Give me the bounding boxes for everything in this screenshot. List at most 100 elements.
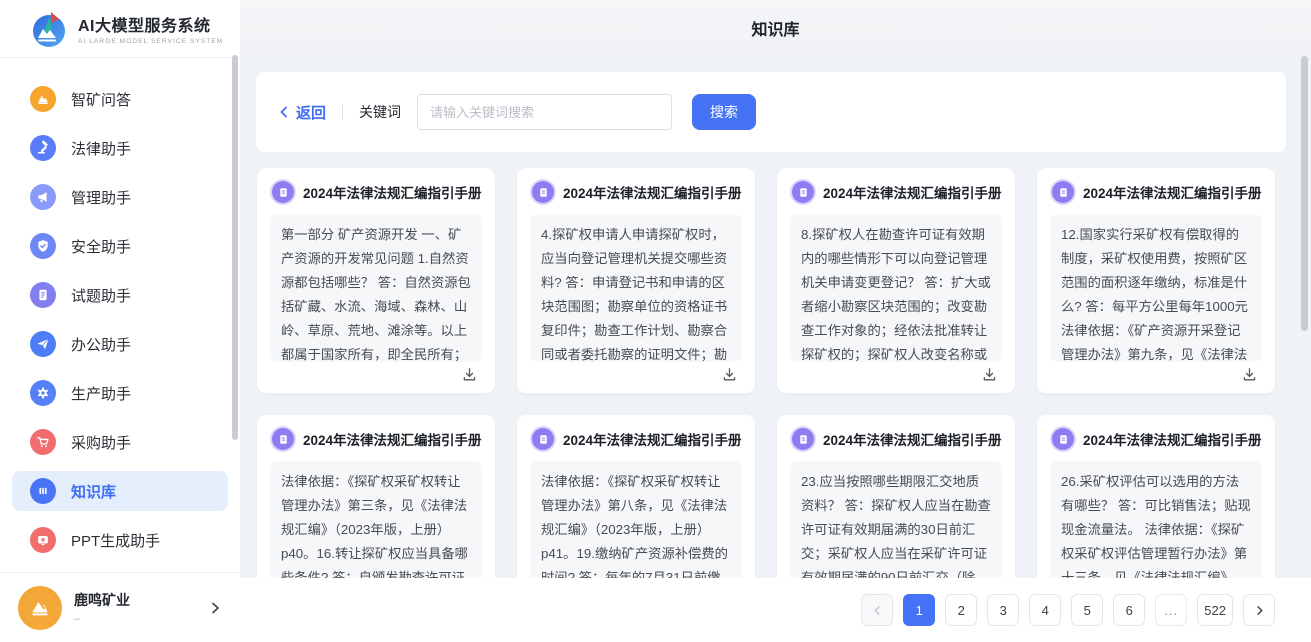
card-header: 2024年法律法规汇编指引手册.... — [530, 428, 742, 450]
chevron-left-icon — [278, 106, 290, 118]
library-icon — [30, 478, 56, 504]
sidebar-nav: 智矿问答 法律助手 管理助手 安全助手 — [0, 58, 240, 572]
content-area: 返回 关键词 搜索 2024年法律法规汇编指引手册.... 第一部分 矿产资源开… — [240, 56, 1311, 578]
document-icon — [272, 428, 294, 450]
card-body-text: 4.探矿权申请人申请探矿权时，应当向登记管理机关提交哪些资料? 答：申请登记书和… — [530, 214, 742, 362]
pagination-page-button[interactable]: 4 — [1029, 594, 1061, 626]
cart-icon — [30, 429, 56, 455]
card-header: 2024年法律法规汇编指引手册.... — [270, 181, 482, 203]
card-header: 2024年法律法规汇编指引手册.... — [530, 181, 742, 203]
mountain-icon — [30, 86, 56, 112]
search-panel: 返回 关键词 搜索 — [256, 72, 1286, 152]
download-icon[interactable] — [461, 366, 478, 383]
chevron-right-icon — [1254, 605, 1265, 616]
card-footer — [270, 362, 482, 383]
knowledge-card[interactable]: 2024年法律法规汇编指引手册.... 12.国家实行采矿权有偿取得的制度，采矿… — [1036, 167, 1276, 394]
card-body-text: 23.应当按照哪些期限汇交地质资料？ 答：探矿权人应当在勘查许可证有效期届满的3… — [790, 461, 1002, 578]
download-icon[interactable] — [981, 366, 998, 383]
megaphone-icon — [30, 184, 56, 210]
pagination-ellipsis[interactable]: ... — [1155, 594, 1187, 626]
knowledge-card[interactable]: 2024年法律法规汇编指引手册.... 26.采矿权评估可以选用的方法有哪些？ … — [1036, 414, 1276, 578]
sidebar-item-zhikuang-qa[interactable]: 智矿问答 — [12, 79, 228, 119]
sidebar-item-knowledge-base[interactable]: 知识库 — [12, 471, 228, 511]
sidebar-item-ppt-assistant[interactable]: PPT生成助手 — [12, 520, 228, 560]
keyword-label: 关键词 — [359, 102, 401, 122]
pagination-page-button[interactable]: 522 — [1197, 594, 1233, 626]
pagination-bar: 1 2 3 4 5 6 ... 522 — [240, 578, 1311, 642]
gavel-icon — [30, 135, 56, 161]
sidebar-item-office-assistant[interactable]: 办公助手 — [12, 324, 228, 364]
card-body-text: 法律依据：《探矿权采矿权转让管理办法》第八条，见《法律法规汇编》（2023年版，… — [530, 461, 742, 578]
sidebar-item-procurement-assistant[interactable]: 采购助手 — [12, 422, 228, 462]
knowledge-card[interactable]: 2024年法律法规汇编指引手册.... 8.探矿权人在勘查许可证有效期内的哪些情… — [776, 167, 1016, 394]
sidebar-item-label: 知识库 — [71, 481, 116, 502]
card-footer — [1050, 362, 1262, 383]
paper-plane-icon — [30, 331, 56, 357]
user-subtitle: – — [74, 613, 208, 625]
knowledge-card[interactable]: 2024年法律法规汇编指引手册.... 第一部分 矿产资源开发 一、矿产资源的开… — [256, 167, 496, 394]
card-title: 2024年法律法规汇编指引手册.... — [823, 182, 1002, 202]
pagination-page-button[interactable]: 3 — [987, 594, 1019, 626]
card-header: 2024年法律法规汇编指引手册.... — [1050, 181, 1262, 203]
gear-icon — [30, 380, 56, 406]
app-logo-icon — [30, 10, 68, 48]
pagination-page-button[interactable]: 6 — [1113, 594, 1145, 626]
card-header: 2024年法律法规汇编指引手册.... — [1050, 428, 1262, 450]
back-label: 返回 — [296, 102, 326, 123]
card-title: 2024年法律法规汇编指引手册.... — [303, 182, 482, 202]
sidebar-item-label: 生产助手 — [71, 383, 131, 404]
download-icon[interactable] — [721, 366, 738, 383]
sidebar-item-label: PPT生成助手 — [71, 530, 160, 551]
sidebar-item-label: 管理助手 — [71, 187, 131, 208]
card-title: 2024年法律法规汇编指引手册.... — [823, 429, 1002, 449]
main-area: 知识库 返回 关键词 搜索 2024年法律法规汇编指引手册.... — [240, 0, 1311, 642]
knowledge-card[interactable]: 2024年法律法规汇编指引手册.... 4.探矿权申请人申请探矿权时，应当向登记… — [516, 167, 756, 394]
pagination-prev-button[interactable] — [861, 594, 893, 626]
pagination-page-button[interactable]: 5 — [1071, 594, 1103, 626]
logo-text: AI大模型服务系统 AI LARGE MODEL SERVICE SYSTEM — [78, 12, 223, 45]
user-name: 鹿鸣矿业 — [74, 590, 208, 610]
sidebar-item-label: 试题助手 — [71, 285, 131, 306]
card-body-text: 26.采矿权评估可以选用的方法有哪些？ 答：可比销售法；贴现现金流量法。 法律依… — [1050, 461, 1262, 578]
divider — [342, 104, 343, 120]
user-meta: 鹿鸣矿业 – — [74, 590, 208, 625]
card-footer — [530, 362, 742, 383]
document-icon — [272, 181, 294, 203]
user-profile[interactable]: 鹿鸣矿业 – — [0, 572, 240, 642]
search-input[interactable] — [417, 94, 672, 130]
card-title: 2024年法律法规汇编指引手册.... — [563, 182, 742, 202]
document-icon — [1052, 428, 1074, 450]
chevron-left-icon — [872, 605, 883, 616]
sidebar-item-label: 安全助手 — [71, 236, 131, 257]
shield-icon — [30, 233, 56, 259]
chevron-right-icon[interactable] — [208, 601, 222, 615]
sidebar-item-label: 法律助手 — [71, 138, 131, 159]
search-button[interactable]: 搜索 — [692, 94, 756, 130]
sidebar-item-safety-assistant[interactable]: 安全助手 — [12, 226, 228, 266]
knowledge-card[interactable]: 2024年法律法规汇编指引手册.... 法律依据：《探矿权采矿权转让管理办法》第… — [256, 414, 496, 578]
card-title: 2024年法律法规汇编指引手册.... — [1083, 182, 1262, 202]
download-icon[interactable] — [1241, 366, 1258, 383]
page-header: 知识库 — [240, 0, 1311, 56]
knowledge-card[interactable]: 2024年法律法规汇编指引手册.... 23.应当按照哪些期限汇交地质资料？ 答… — [776, 414, 1016, 578]
card-title: 2024年法律法规汇编指引手册.... — [563, 429, 742, 449]
card-body-text: 8.探矿权人在勘查许可证有效期内的哪些情形下可以向登记管理机关申请变更登记？ 答… — [790, 214, 1002, 362]
back-button[interactable]: 返回 — [278, 102, 326, 123]
pagination-page-button[interactable]: 2 — [945, 594, 977, 626]
app-subtitle: AI LARGE MODEL SERVICE SYSTEM — [78, 38, 223, 45]
content-scrollbar[interactable] — [1301, 56, 1308, 331]
sidebar-item-legal-assistant[interactable]: 法律助手 — [12, 128, 228, 168]
card-header: 2024年法律法规汇编指引手册.... — [270, 428, 482, 450]
sidebar: AI大模型服务系统 AI LARGE MODEL SERVICE SYSTEM … — [0, 0, 240, 642]
document-icon — [792, 181, 814, 203]
pagination-next-button[interactable] — [1243, 594, 1275, 626]
sidebar-item-production-assistant[interactable]: 生产助手 — [12, 373, 228, 413]
card-body-text: 第一部分 矿产资源开发 一、矿产资源的开发常见问题 1.自然资源都包括哪些？ 答… — [270, 214, 482, 362]
sidebar-scrollbar[interactable] — [232, 55, 238, 440]
sidebar-item-exam-assistant[interactable]: 试题助手 — [12, 275, 228, 315]
knowledge-card[interactable]: 2024年法律法规汇编指引手册.... 法律依据：《探矿权采矿权转让管理办法》第… — [516, 414, 756, 578]
card-body-text: 12.国家实行采矿权有偿取得的制度，采矿权使用费，按照矿区范围的面积逐年缴纳，标… — [1050, 214, 1262, 362]
sidebar-item-management-assistant[interactable]: 管理助手 — [12, 177, 228, 217]
avatar — [18, 586, 62, 630]
pagination-page-button[interactable]: 1 — [903, 594, 935, 626]
